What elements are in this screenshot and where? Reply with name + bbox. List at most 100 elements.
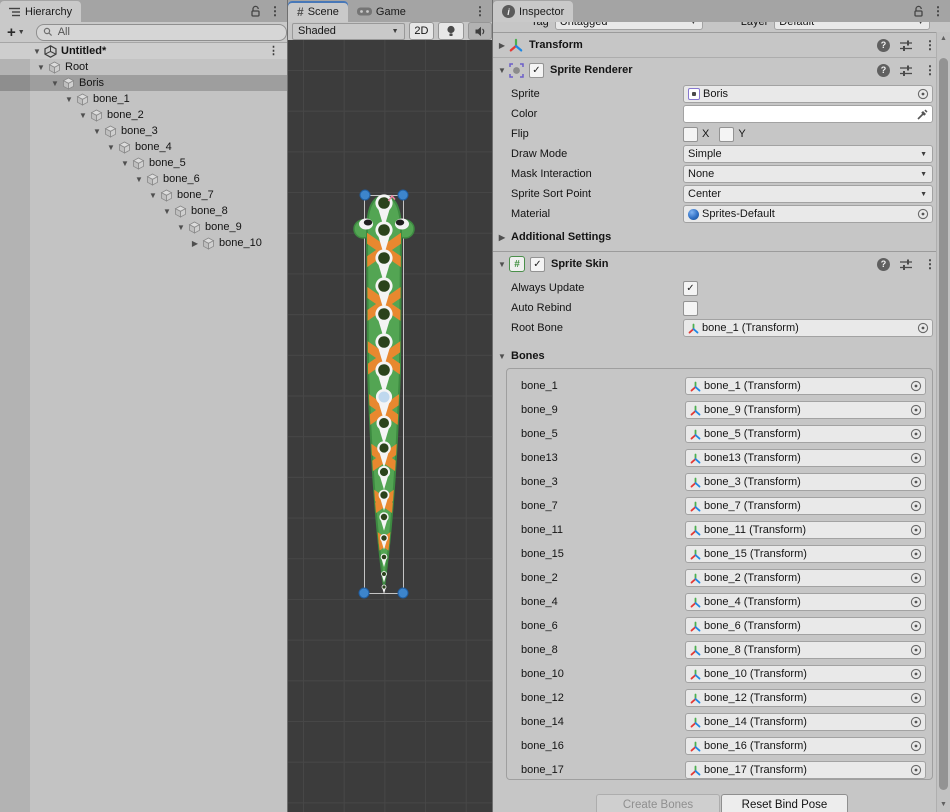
foldout-expanded-icon[interactable]: ▼	[146, 191, 160, 200]
toggle-2d-button[interactable]: 2D	[409, 22, 435, 40]
root-bone-object-field[interactable]: bone_1 (Transform)	[683, 319, 933, 337]
scroll-up-icon[interactable]: ▲	[937, 32, 950, 44]
object-picker-icon[interactable]	[910, 500, 922, 512]
object-picker-icon[interactable]	[910, 692, 922, 704]
object-picker-icon[interactable]	[910, 524, 922, 536]
hierarchy-menu-icon[interactable]: ⋮	[267, 5, 283, 17]
object-picker-icon[interactable]	[917, 88, 929, 100]
additional-settings-foldout[interactable]: ▶ Additional Settings	[493, 228, 950, 246]
scene-menu-icon[interactable]: ⋮	[472, 5, 488, 17]
eyedropper-icon[interactable]	[916, 108, 929, 121]
hierarchy-item-bone_1[interactable]: ▼bone_1	[0, 91, 287, 107]
bone-object-field[interactable]: bone_11 (Transform)	[685, 521, 926, 539]
sprite-renderer-header[interactable]: ▼ ✓ Sprite Renderer ? ⋮	[493, 58, 950, 82]
bone-object-field[interactable]: bone13 (Transform)	[685, 449, 926, 467]
foldout-expanded-icon[interactable]: ▼	[62, 95, 76, 104]
always-update-checkbox[interactable]: ✓	[683, 281, 698, 296]
component-enabled-checkbox[interactable]: ✓	[529, 63, 544, 78]
object-picker-icon[interactable]	[910, 596, 922, 608]
flip-y-checkbox[interactable]	[719, 127, 734, 142]
create-object-button[interactable]: + ▼	[7, 25, 25, 40]
lock-icon[interactable]	[250, 5, 261, 17]
bone-object-field[interactable]: bone_6 (Transform)	[685, 617, 926, 635]
foldout-expanded-icon[interactable]: ▼	[118, 159, 132, 168]
foldout-expanded-icon[interactable]: ▼	[90, 127, 104, 136]
bone-object-field[interactable]: bone_10 (Transform)	[685, 665, 926, 683]
presets-icon[interactable]	[899, 258, 913, 271]
bones-foldout[interactable]: ▼ Bones	[493, 348, 950, 364]
bone-object-field[interactable]: bone_7 (Transform)	[685, 497, 926, 515]
draw-mode-dropdown[interactable]: Simple ▼	[683, 145, 933, 163]
hierarchy-search-input[interactable]: All	[36, 24, 287, 41]
foldout-collapsed-icon[interactable]: ▶	[188, 239, 202, 248]
object-picker-icon[interactable]	[910, 716, 922, 728]
help-icon[interactable]: ?	[877, 39, 890, 52]
foldout-expanded-icon[interactable]: ▼	[160, 207, 174, 216]
sprite-object-field[interactable]: Boris	[683, 85, 933, 103]
foldout-expanded-icon[interactable]: ▼	[30, 47, 44, 56]
flip-x-checkbox[interactable]	[683, 127, 698, 142]
tab-game[interactable]: Game	[348, 1, 415, 22]
foldout-expanded-icon[interactable]: ▼	[34, 63, 48, 72]
foldout-expanded-icon[interactable]: ▼	[76, 111, 90, 120]
bone-object-field[interactable]: bone_15 (Transform)	[685, 545, 926, 563]
hierarchy-item-root[interactable]: ▼Root	[0, 59, 287, 75]
bone-object-field[interactable]: bone_16 (Transform)	[685, 737, 926, 755]
hierarchy-item-bone_6[interactable]: ▼bone_6	[0, 171, 287, 187]
object-picker-icon[interactable]	[917, 208, 929, 220]
hierarchy-item-bone_4[interactable]: ▼bone_4	[0, 139, 287, 155]
bone-object-field[interactable]: bone_8 (Transform)	[685, 641, 926, 659]
hierarchy-item-bone_2[interactable]: ▼bone_2	[0, 107, 287, 123]
object-picker-icon[interactable]	[910, 404, 922, 416]
bone-object-field[interactable]: bone_14 (Transform)	[685, 713, 926, 731]
scene-lighting-button[interactable]	[438, 22, 464, 40]
foldout-collapsed-icon[interactable]: ▶	[495, 41, 509, 50]
bone-object-field[interactable]: bone_1 (Transform)	[685, 377, 926, 395]
object-picker-icon[interactable]	[910, 644, 922, 656]
component-enabled-checkbox[interactable]: ✓	[530, 257, 545, 272]
bone-object-field[interactable]: bone_5 (Transform)	[685, 425, 926, 443]
shading-mode-dropdown[interactable]: Shaded ▼	[292, 23, 405, 40]
inspector-menu-icon[interactable]: ⋮	[930, 5, 946, 17]
bone-object-field[interactable]: bone_2 (Transform)	[685, 569, 926, 587]
object-picker-icon[interactable]	[917, 322, 929, 334]
auto-rebind-checkbox[interactable]	[683, 301, 698, 316]
scrollbar-thumb[interactable]	[939, 58, 948, 790]
hierarchy-item-bone_3[interactable]: ▼bone_3	[0, 123, 287, 139]
sprite-skin-header[interactable]: ▼ # ✓ Sprite Skin ? ⋮	[493, 251, 950, 276]
object-picker-icon[interactable]	[910, 452, 922, 464]
presets-icon[interactable]	[899, 64, 913, 77]
hierarchy-item-bone_5[interactable]: ▼bone_5	[0, 155, 287, 171]
foldout-expanded-icon[interactable]: ▼	[495, 260, 509, 269]
hierarchy-item-boris[interactable]: ▼Boris	[0, 75, 287, 91]
color-field[interactable]	[683, 105, 933, 123]
object-picker-icon[interactable]	[910, 668, 922, 680]
object-picker-icon[interactable]	[910, 548, 922, 560]
help-icon[interactable]: ?	[877, 64, 890, 77]
object-picker-icon[interactable]	[910, 572, 922, 584]
bone-object-field[interactable]: bone_9 (Transform)	[685, 401, 926, 419]
foldout-expanded-icon[interactable]: ▼	[495, 66, 509, 75]
hierarchy-item-bone_10[interactable]: ▶bone_10	[0, 235, 287, 251]
sprite-sort-point-dropdown[interactable]: Center ▼	[683, 185, 933, 203]
object-picker-icon[interactable]	[910, 476, 922, 488]
reset-bind-pose-button[interactable]: Reset Bind Pose	[721, 794, 848, 812]
object-picker-icon[interactable]	[910, 620, 922, 632]
hierarchy-item-bone_7[interactable]: ▼bone_7	[0, 187, 287, 203]
foldout-expanded-icon[interactable]: ▼	[48, 79, 62, 88]
lock-icon[interactable]	[913, 5, 924, 17]
hierarchy-item-scene[interactable]: ▼ Untitled* ⋮	[0, 43, 287, 59]
scroll-down-icon[interactable]: ▼	[937, 798, 950, 810]
scene-audio-button[interactable]	[468, 22, 492, 40]
bone-object-field[interactable]: bone_4 (Transform)	[685, 593, 926, 611]
presets-icon[interactable]	[899, 39, 913, 52]
bone-object-field[interactable]: bone_12 (Transform)	[685, 689, 926, 707]
hierarchy-item-bone_8[interactable]: ▼bone_8	[0, 203, 287, 219]
tab-hierarchy[interactable]: Hierarchy	[0, 1, 81, 22]
tag-dropdown[interactable]: Untagged ▼	[555, 22, 703, 30]
object-picker-icon[interactable]	[910, 428, 922, 440]
scene-viewport[interactable]	[288, 40, 492, 812]
tab-scene[interactable]: # Scene	[288, 1, 348, 22]
bone-object-field[interactable]: bone_3 (Transform)	[685, 473, 926, 491]
object-picker-icon[interactable]	[910, 740, 922, 752]
